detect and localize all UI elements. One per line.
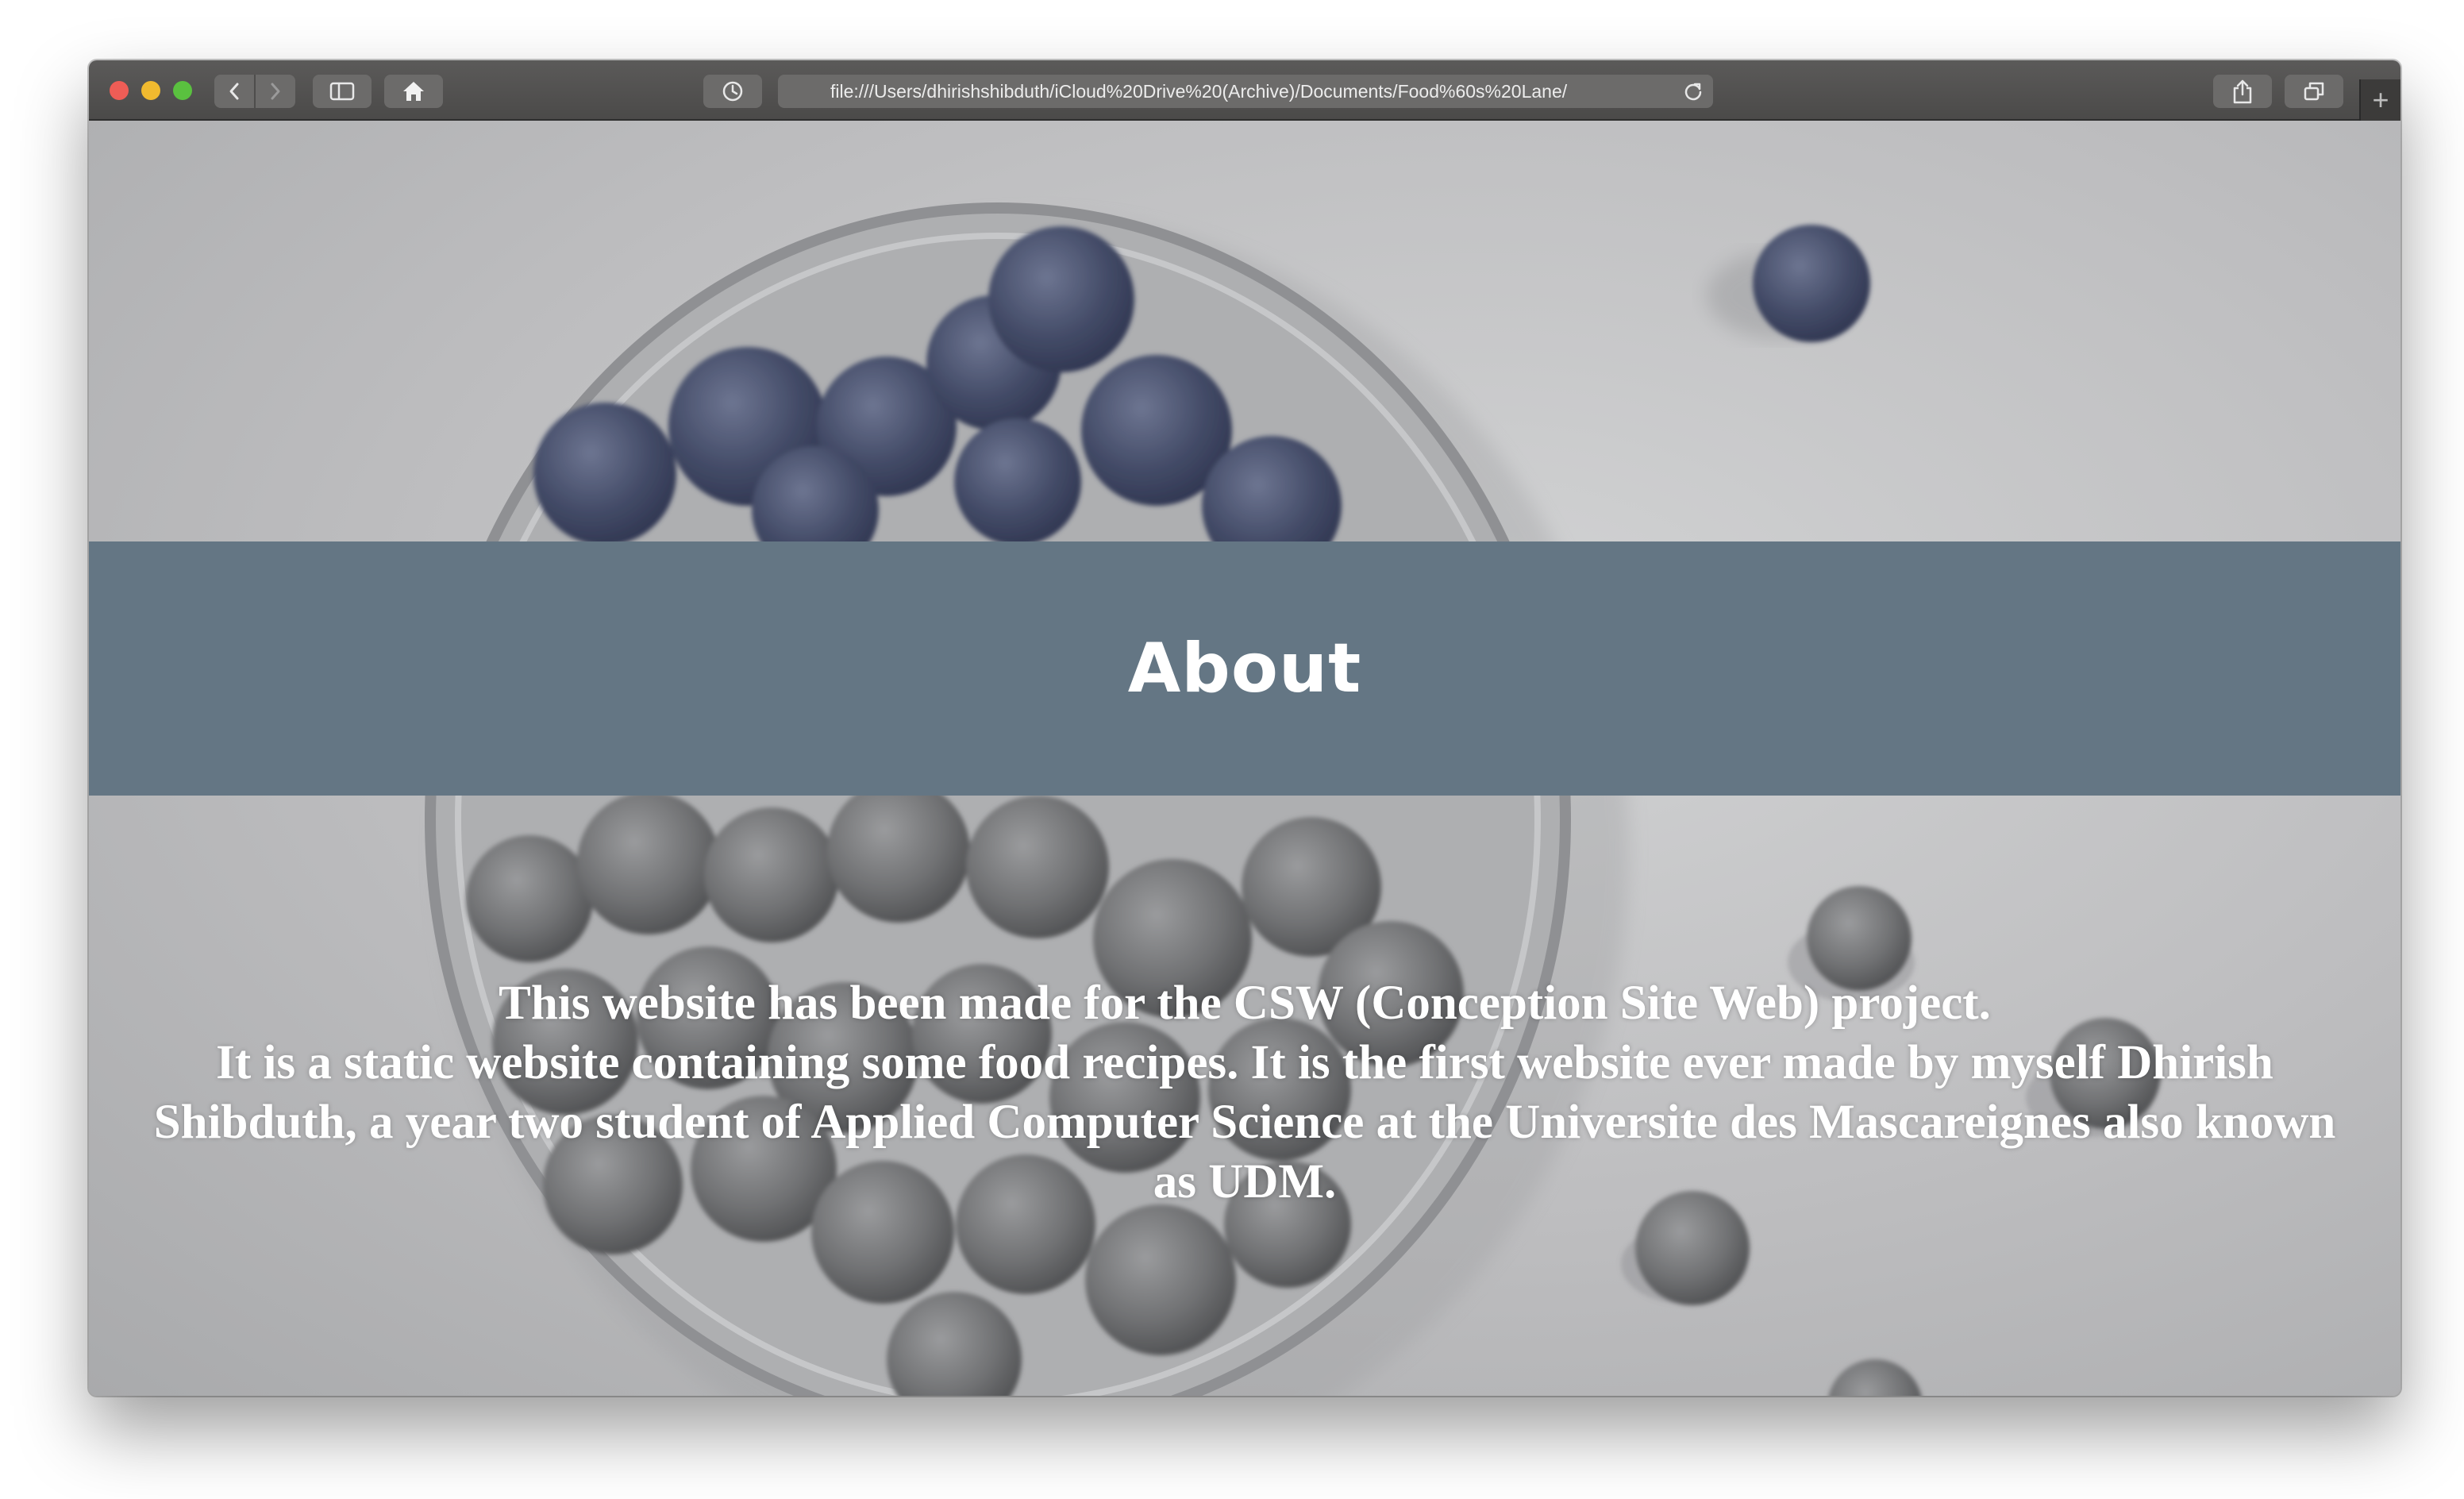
new-tab-button[interactable]: + (2359, 79, 2400, 121)
close-window-button[interactable] (110, 81, 129, 100)
address-bar[interactable]: file:///Users/dhirishshibduth/iCloud%20D… (778, 75, 1713, 108)
page-content: About This website has been made for the… (89, 121, 2400, 1396)
history-button[interactable] (703, 75, 762, 108)
navigation-buttons (214, 75, 295, 108)
share-button[interactable] (2213, 75, 2272, 108)
history-icon (722, 80, 744, 102)
sidebar-button[interactable] (313, 75, 372, 108)
about-banner: About (89, 541, 2400, 796)
about-paragraph-author: It is a static website containing some f… (153, 1036, 2336, 1208)
forward-icon (269, 82, 282, 101)
zoom-window-button[interactable] (173, 81, 192, 100)
about-description: This website has been made for the CSW (… (144, 973, 2345, 1212)
show-tabs-button[interactable] (2285, 75, 2343, 108)
about-paragraph-project: This website has been made for the CSW (… (499, 977, 1991, 1030)
forward-button[interactable] (256, 75, 295, 108)
sidebar-icon (329, 82, 355, 101)
minimize-window-button[interactable] (141, 81, 160, 100)
plus-icon: + (2372, 83, 2389, 116)
browser-window: file:///Users/dhirishshibduth/iCloud%20D… (89, 60, 2400, 1396)
share-icon (2232, 79, 2253, 104)
back-icon (228, 82, 241, 101)
back-button[interactable] (214, 75, 254, 108)
url-text: file:///Users/dhirishshibduth/iCloud%20D… (830, 81, 1568, 102)
page-title: About (1127, 629, 1362, 708)
reload-icon[interactable] (1683, 81, 1704, 102)
tabs-icon (2303, 81, 2325, 102)
home-button[interactable] (384, 75, 443, 108)
home-icon (402, 80, 425, 102)
browser-toolbar: file:///Users/dhirishshibduth/iCloud%20D… (89, 60, 2400, 121)
